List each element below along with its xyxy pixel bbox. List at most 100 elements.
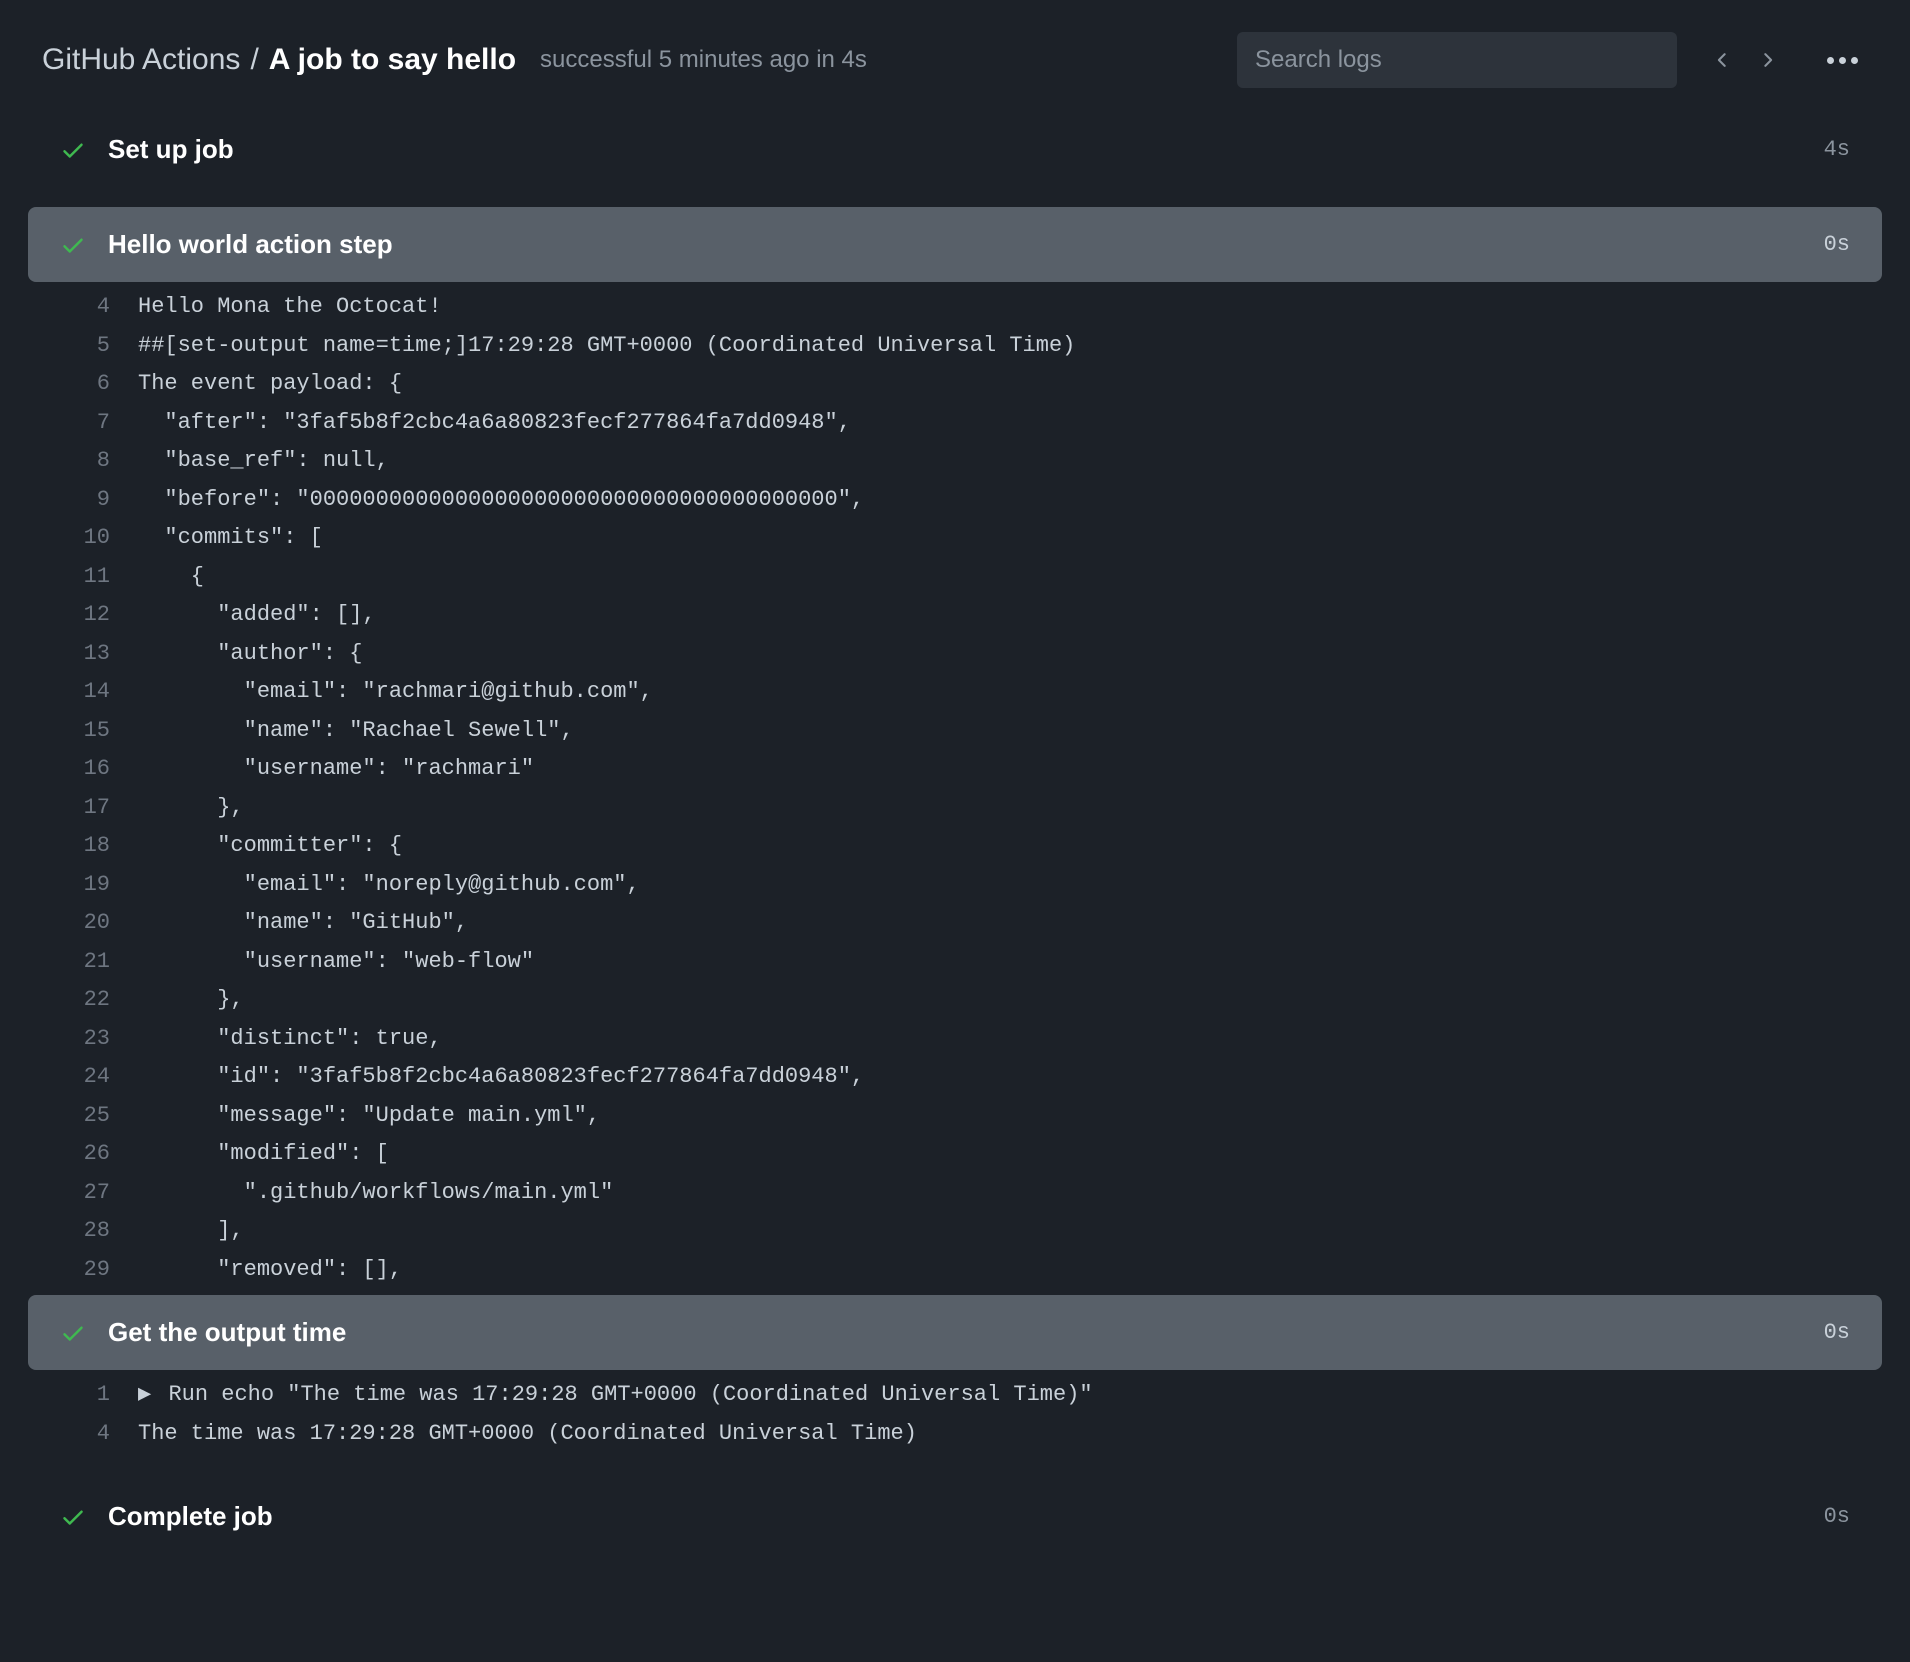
check-icon [60,137,86,163]
line-number[interactable]: 18 [28,827,138,866]
line-number[interactable]: 28 [28,1212,138,1251]
line-content: }, [138,981,1882,1020]
kebab-dot-icon [1851,57,1858,64]
log-line: 20 "name": "GitHub", [28,904,1882,943]
line-content: Hello Mona the Octocat! [138,288,1882,327]
step-header-setup[interactable]: Set up job 4s [28,112,1882,187]
line-number[interactable]: 4 [28,288,138,327]
step-duration: 4s [1824,137,1850,162]
line-number[interactable]: 22 [28,981,138,1020]
step-title: Get the output time [108,1317,1824,1348]
next-button[interactable] [1753,46,1781,74]
log-body-output-time: 1▶ Run echo "The time was 17:29:28 GMT+0… [28,1370,1882,1459]
step-duration: 0s [1824,1320,1850,1345]
line-content: "author": { [138,635,1882,674]
chevron-right-icon [1756,49,1778,71]
line-number[interactable]: 20 [28,904,138,943]
step-title: Set up job [108,134,1824,165]
line-number[interactable]: 13 [28,635,138,674]
search-input[interactable] [1237,32,1677,88]
breadcrumb: GitHub Actions / A job to say hello [42,43,516,77]
line-content: "username": "web-flow" [138,943,1882,982]
prev-button[interactable] [1709,46,1737,74]
log-body-hello: 4Hello Mona the Octocat!5##[set-output n… [28,282,1882,1295]
log-line: 6The event payload: { [28,365,1882,404]
line-number[interactable]: 14 [28,673,138,712]
chevron-left-icon [1712,49,1734,71]
log-line: 4The time was 17:29:28 GMT+0000 (Coordin… [28,1415,1882,1454]
log-line: 21 "username": "web-flow" [28,943,1882,982]
line-content: "removed": [], [138,1251,1882,1290]
line-number[interactable]: 25 [28,1097,138,1136]
line-number[interactable]: 21 [28,943,138,982]
line-content: "distinct": true, [138,1020,1882,1059]
line-content: ], [138,1212,1882,1251]
disclosure-triangle-icon[interactable]: ▶ [138,1382,164,1407]
line-content: "committer": { [138,827,1882,866]
line-content: "added": [], [138,596,1882,635]
breadcrumb-parent[interactable]: GitHub Actions [42,43,240,77]
log-line: 28 ], [28,1212,1882,1251]
line-content: "email": "noreply@github.com", [138,866,1882,905]
line-number[interactable]: 8 [28,442,138,481]
step-header-complete[interactable]: Complete job 0s [28,1479,1882,1554]
log-line: 7 "after": "3faf5b8f2cbc4a6a80823fecf277… [28,404,1882,443]
log-line: 15 "name": "Rachael Sewell", [28,712,1882,751]
line-number[interactable]: 23 [28,1020,138,1059]
line-number[interactable]: 15 [28,712,138,751]
kebab-dot-icon [1827,57,1834,64]
line-number[interactable]: 5 [28,327,138,366]
step-title: Complete job [108,1501,1824,1532]
line-number[interactable]: 7 [28,404,138,443]
line-number[interactable]: 24 [28,1058,138,1097]
log-line: 12 "added": [], [28,596,1882,635]
line-content: "name": "GitHub", [138,904,1882,943]
step-header-hello[interactable]: Hello world action step 0s [28,207,1882,282]
line-content: { [138,558,1882,597]
line-number[interactable]: 16 [28,750,138,789]
line-number[interactable]: 1 [28,1376,138,1415]
line-content: "after": "3faf5b8f2cbc4a6a80823fecf27786… [138,404,1882,443]
line-content: "base_ref": null, [138,442,1882,481]
log-line: 5##[set-output name=time;]17:29:28 GMT+0… [28,327,1882,366]
line-content: }, [138,789,1882,828]
log-line: 13 "author": { [28,635,1882,674]
line-number[interactable]: 17 [28,789,138,828]
line-number[interactable]: 4 [28,1415,138,1454]
line-content: "commits": [ [138,519,1882,558]
check-icon [60,1504,86,1530]
log-line: 8 "base_ref": null, [28,442,1882,481]
line-content: "id": "3faf5b8f2cbc4a6a80823fecf277864fa… [138,1058,1882,1097]
line-number[interactable]: 26 [28,1135,138,1174]
log-line: 19 "email": "noreply@github.com", [28,866,1882,905]
log-line: 26 "modified": [ [28,1135,1882,1174]
line-number[interactable]: 27 [28,1174,138,1213]
line-number[interactable]: 11 [28,558,138,597]
step-header-output-time[interactable]: Get the output time 0s [28,1295,1882,1370]
line-content: The event payload: { [138,365,1882,404]
steps-list: Set up job 4s Hello world action step 0s… [0,112,1910,1554]
log-line: 10 "commits": [ [28,519,1882,558]
line-number[interactable]: 6 [28,365,138,404]
log-line: 27 ".github/workflows/main.yml" [28,1174,1882,1213]
line-content: ##[set-output name=time;]17:29:28 GMT+00… [138,327,1882,366]
line-number[interactable]: 19 [28,866,138,905]
more-options-button[interactable] [1827,57,1858,64]
breadcrumb-current: A job to say hello [269,43,516,77]
line-content: The time was 17:29:28 GMT+0000 (Coordina… [138,1415,1882,1454]
log-line: 11 { [28,558,1882,597]
log-line: 18 "committer": { [28,827,1882,866]
kebab-dot-icon [1839,57,1846,64]
check-icon [60,232,86,258]
line-number[interactable]: 10 [28,519,138,558]
nav-arrows [1709,46,1781,74]
log-line: 4Hello Mona the Octocat! [28,288,1882,327]
log-line: 16 "username": "rachmari" [28,750,1882,789]
breadcrumb-separator: / [250,43,258,77]
line-number[interactable]: 12 [28,596,138,635]
page-header: GitHub Actions / A job to say hello succ… [0,0,1910,112]
line-number[interactable]: 9 [28,481,138,520]
line-content: ".github/workflows/main.yml" [138,1174,1882,1213]
run-status: successful 5 minutes ago in 4s [540,46,867,74]
line-number[interactable]: 29 [28,1251,138,1290]
